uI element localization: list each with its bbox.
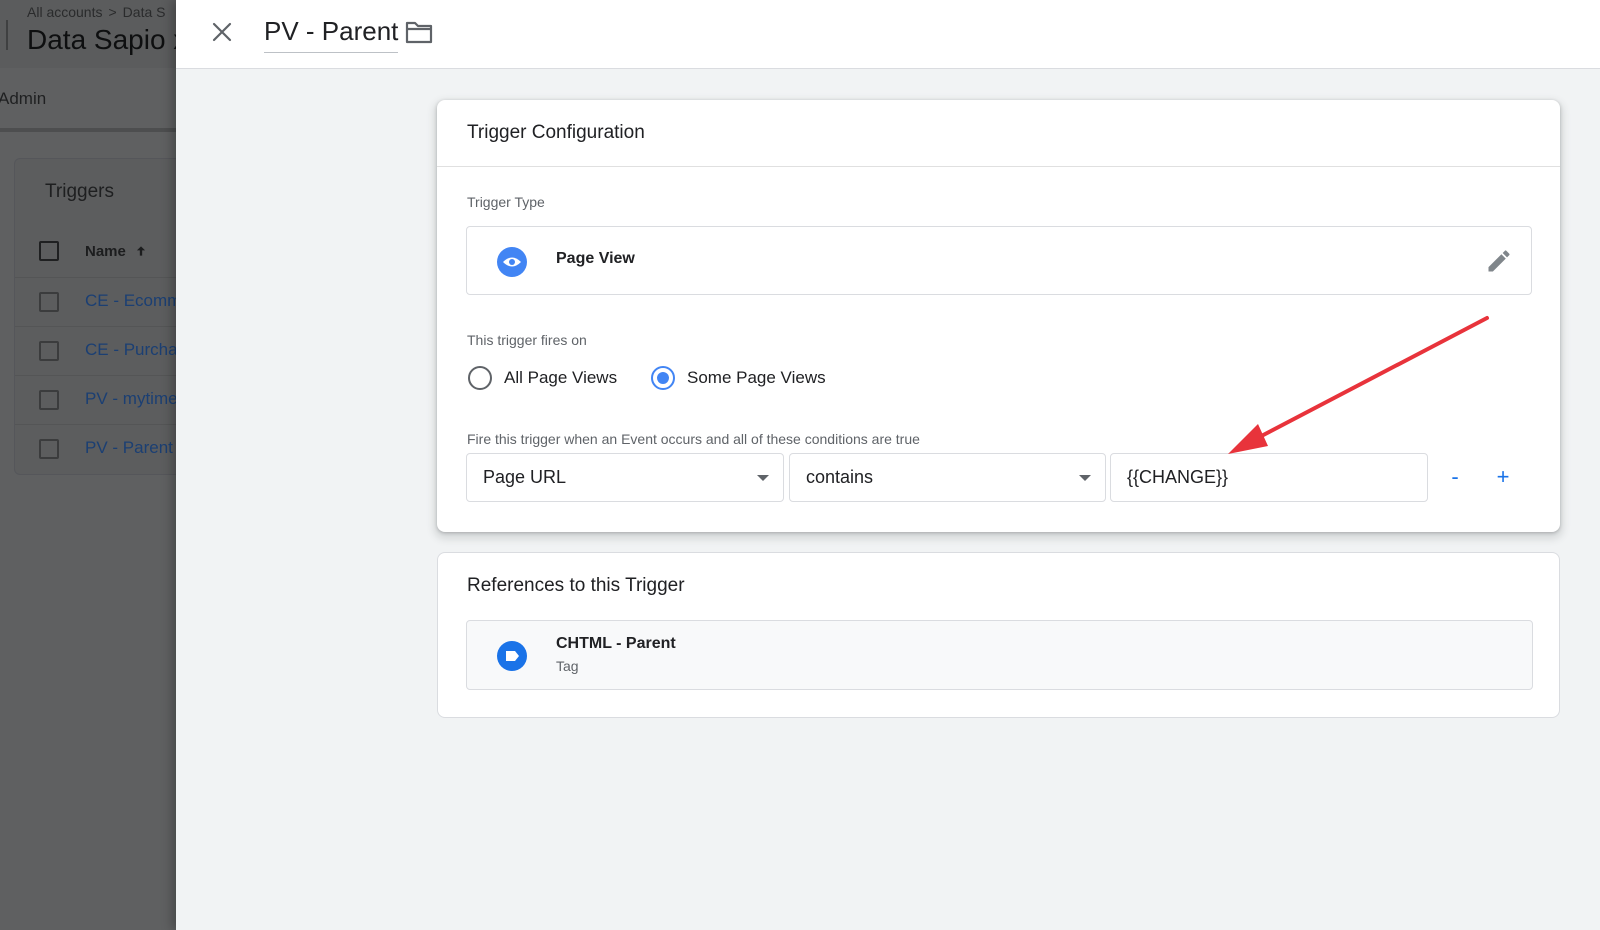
table-row[interactable]: PV - Parent [15, 424, 180, 474]
table-row[interactable]: CE - Ecomm [15, 277, 180, 327]
trigger-configuration-title: Trigger Configuration [467, 122, 645, 143]
divider [437, 166, 1560, 167]
chevron-down-icon [1079, 475, 1091, 481]
account-name[interactable]: Data Sapio x [27, 24, 180, 56]
add-condition-button[interactable]: + [1488, 462, 1518, 492]
radio-button[interactable] [468, 366, 492, 390]
page-title: PV - Parent [264, 16, 399, 46]
close-button[interactable] [204, 14, 240, 50]
name-column-header[interactable]: Name [85, 243, 148, 260]
triggers-title: Triggers [45, 181, 114, 202]
variable-select[interactable]: Page URL [466, 453, 784, 502]
background-header: All accounts > Data S Data Sapio x [0, 0, 180, 68]
trigger-type-name: Page View [556, 250, 635, 267]
row-checkbox[interactable] [39, 292, 59, 312]
radio-button-selected[interactable] [651, 366, 675, 390]
references-title: References to this Trigger [467, 575, 685, 596]
condition-value-field[interactable] [1110, 453, 1428, 502]
trigger-link[interactable]: CE - Ecomm [85, 291, 180, 311]
radio-some-page-views[interactable]: Some Page Views [651, 364, 826, 392]
row-checkbox[interactable] [39, 341, 59, 361]
table-row[interactable]: CE - Purcha [15, 326, 180, 376]
trigger-type-selector[interactable]: Page View [466, 226, 1532, 295]
background-divider [6, 20, 8, 50]
remove-condition-button[interactable]: - [1440, 462, 1470, 492]
chevron-down-icon [757, 475, 769, 481]
operator-select[interactable]: contains [789, 453, 1106, 502]
tag-icon [497, 641, 527, 671]
triggers-list-card: Triggers Name CE - Ecomm CE - Purcha PV … [14, 158, 180, 475]
arrow-up-icon [136, 246, 146, 256]
trigger-type-label: Trigger Type [467, 194, 545, 210]
select-all-checkbox[interactable] [39, 241, 59, 261]
fires-on-label: This trigger fires on [467, 332, 587, 348]
radio-all-page-views[interactable]: All Page Views [468, 364, 617, 392]
reference-type: Tag [556, 658, 579, 674]
breadcrumb-separator: > [108, 4, 117, 20]
folder-icon [405, 21, 433, 44]
folder-button[interactable] [404, 18, 434, 46]
trigger-link[interactable]: CE - Purcha [85, 340, 178, 360]
name-column-label: Name [85, 243, 126, 260]
trigger-editor-panel: PV - Parent Trigger Configuration Trigge… [176, 0, 1600, 930]
references-card: References to this Trigger CHTML - Paren… [437, 552, 1560, 718]
reference-name: CHTML - Parent [556, 635, 676, 652]
background-app: All accounts > Data S Data Sapio x Admin T… [0, 0, 180, 930]
close-icon [212, 22, 232, 42]
table-row[interactable]: PV - mytime [15, 375, 180, 425]
triggers-table-header: Name [15, 227, 180, 276]
variable-select-value: Page URL [483, 467, 567, 487]
trigger-link[interactable]: PV - mytime [85, 389, 178, 409]
radio-label: All Page Views [504, 368, 618, 387]
breadcrumb-all-accounts[interactable]: All accounts [27, 4, 102, 20]
trigger-configuration-card: Trigger Configuration Trigger Type Page … [437, 100, 1560, 532]
nav-admin[interactable]: Admin [0, 89, 46, 109]
breadcrumb-account[interactable]: Data S [123, 4, 166, 20]
panel-header: PV - Parent [176, 0, 1600, 69]
radio-label: Some Page Views [687, 368, 826, 387]
breadcrumb: All accounts > Data S [27, 4, 165, 20]
row-checkbox[interactable] [39, 439, 59, 459]
condition-label: Fire this trigger when an Event occurs a… [467, 431, 920, 447]
condition-value-input[interactable] [1111, 454, 1427, 501]
operator-select-value: contains [806, 467, 874, 487]
title-field[interactable]: PV - Parent [264, 14, 399, 53]
pencil-icon[interactable] [1485, 247, 1513, 275]
row-checkbox[interactable] [39, 390, 59, 410]
eye-icon [497, 247, 527, 277]
trigger-link[interactable]: PV - Parent [85, 438, 173, 458]
reference-item[interactable]: CHTML - Parent Tag [466, 620, 1533, 690]
background-nav: Admin [0, 70, 180, 132]
